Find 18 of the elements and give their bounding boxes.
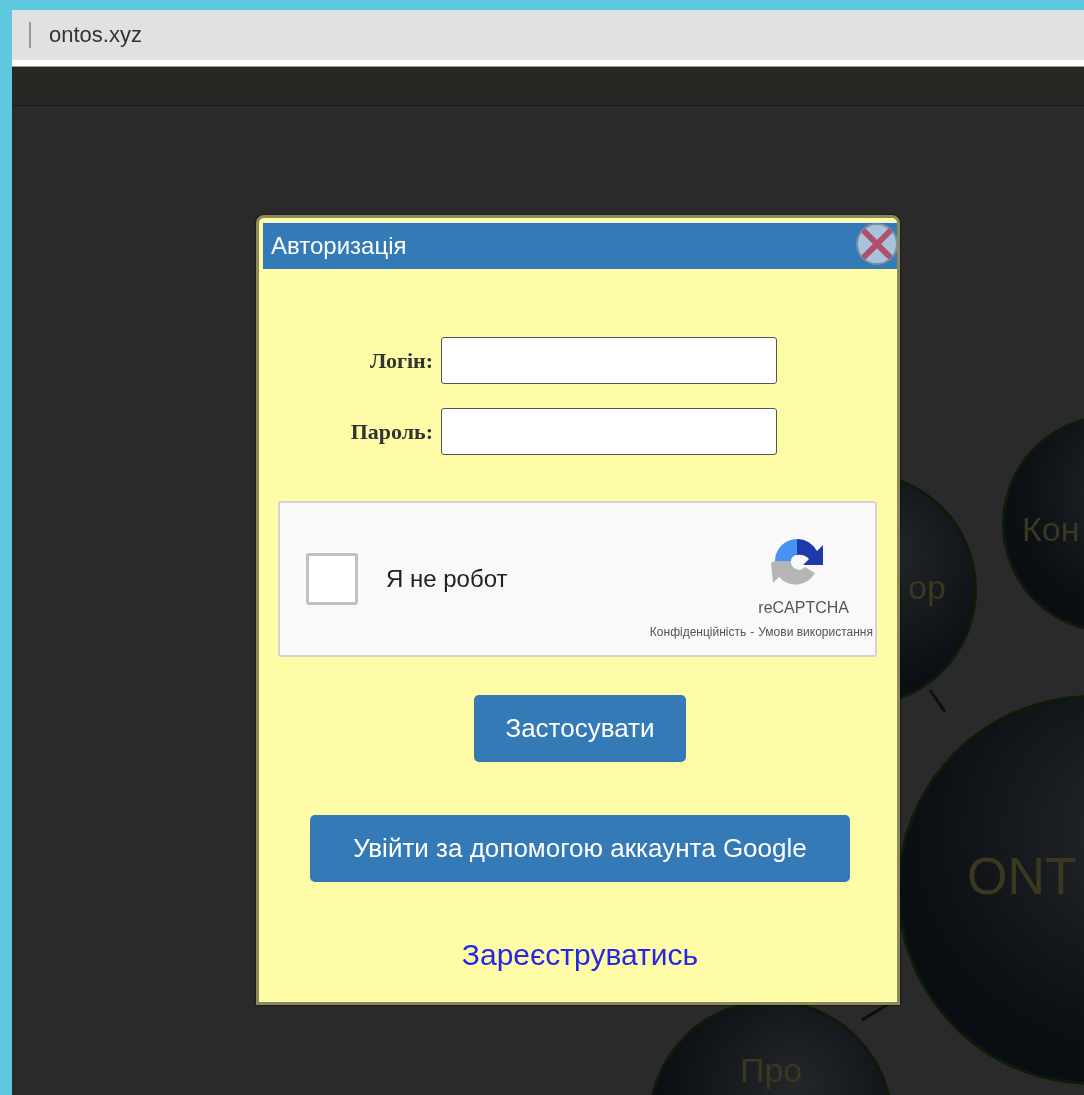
field-label: Логін:	[369, 347, 433, 374]
field-label: Пароль:	[349, 418, 433, 445]
address-text: ontos.xyz	[49, 22, 142, 48]
input-field[interactable]	[441, 337, 777, 384]
privacy-link[interactable]: Конфіденційність	[649, 625, 747, 639]
input-field[interactable]	[441, 408, 777, 455]
connector-line	[928, 689, 947, 713]
separator-text: -	[750, 625, 755, 639]
apply-button[interactable]: Застосувати	[474, 695, 686, 762]
recaptcha-text: reCAPTCHA	[758, 599, 849, 617]
dialog-title: Авторизація	[271, 232, 407, 260]
captcha-label: Я не робот	[386, 565, 508, 593]
close-icon[interactable]	[855, 222, 899, 266]
register-link[interactable]: Зареєструватись	[461, 938, 699, 972]
address-bar[interactable]: ontos.xyz	[12, 10, 1084, 60]
terms-link[interactable]: Умови використання	[758, 625, 873, 639]
google-sign-in-button[interactable]: Увійти за допомогою аккаунта Google	[310, 815, 850, 882]
captcha-checkbox[interactable]	[306, 553, 358, 605]
